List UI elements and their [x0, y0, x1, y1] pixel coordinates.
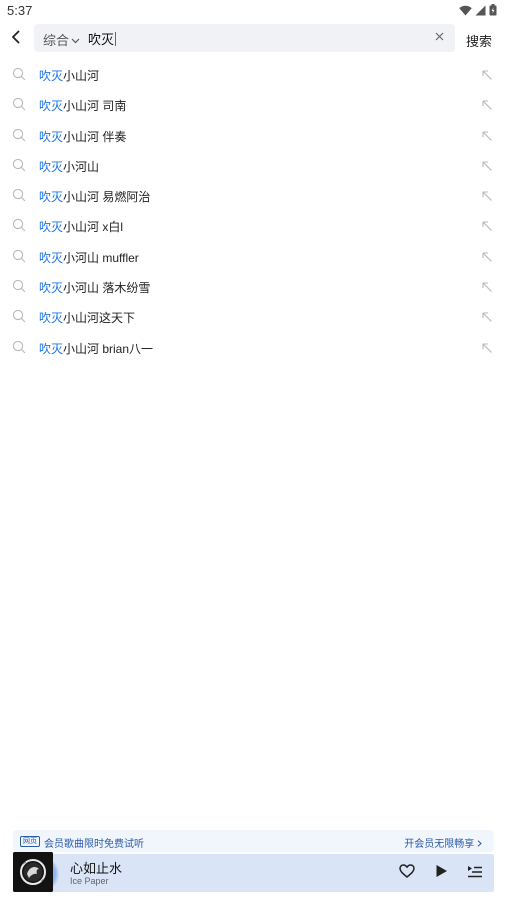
suggestion-text: 吹灭小河山 muffler [39, 249, 139, 266]
suggestion-highlight: 吹灭 [39, 99, 64, 114]
search-query-text: 吹灭 [88, 32, 115, 47]
suggestion-rest: 小山河 x白l [63, 220, 124, 235]
heart-icon [399, 863, 415, 883]
fill-query-arrow-icon[interactable] [481, 219, 493, 232]
suggestion-item[interactable]: 吹灭小山河 司南 [0, 89, 507, 119]
suggestion-item[interactable]: 吹灭小山河 伴奏 [0, 120, 507, 150]
suggestion-rest: 小山河 易燃阿治 [63, 190, 151, 205]
clear-button[interactable] [431, 29, 447, 45]
suggestion-item[interactable]: 吹灭小山河 [0, 59, 507, 89]
suggestion-item[interactable]: 吹灭小河山 muffler [0, 241, 507, 271]
chevron-down-icon [71, 32, 80, 47]
search-button[interactable]: 搜索 [466, 31, 492, 50]
fill-query-arrow-icon[interactable] [481, 189, 493, 202]
suggestion-text: 吹灭小山河这天下 [39, 309, 135, 326]
search-icon [12, 67, 26, 81]
fill-query-arrow-icon[interactable] [481, 98, 493, 111]
battery-icon [489, 3, 497, 21]
vip-promo-banner[interactable]: 网页 会员歌曲限时免费试听 开会员无限畅享 [13, 830, 494, 852]
search-icon [12, 309, 26, 323]
text-cursor [115, 32, 117, 46]
suggestion-text: 吹灭小山河 [39, 67, 99, 84]
song-title: 心如止水 [70, 861, 123, 876]
status-bar: 5:37 [0, 0, 507, 20]
fill-query-arrow-icon[interactable] [481, 68, 493, 80]
fill-query-arrow-icon[interactable] [481, 280, 493, 292]
close-icon [435, 28, 444, 46]
suggestion-text: 吹灭小山河 易燃阿治 [39, 188, 150, 205]
search-icon [12, 158, 26, 172]
suggestion-highlight: 吹灭 [39, 281, 64, 296]
promo-link-label: 开会员无限畅享 [404, 839, 475, 850]
mini-player[interactable]: 心如止水 Ice Paper [13, 852, 494, 892]
chevron-right-icon [477, 839, 482, 850]
search-icon [12, 97, 26, 111]
play-button[interactable] [432, 864, 450, 882]
status-icons [459, 3, 497, 21]
search-icon [12, 249, 26, 263]
suggestion-highlight: 吹灭 [39, 220, 64, 235]
suggestion-highlight: 吹灭 [39, 159, 64, 174]
category-dropdown[interactable]: 综合 [43, 30, 80, 49]
suggestion-item[interactable]: 吹灭小山河这天下 [0, 301, 507, 331]
suggestion-rest: 小山河 brian八一 [63, 341, 154, 356]
suggestion-item[interactable]: 吹灭小山河 易燃阿治 [0, 180, 507, 210]
fill-query-arrow-icon[interactable] [481, 310, 493, 323]
play-icon [435, 864, 448, 883]
fill-query-arrow-icon[interactable] [481, 159, 493, 171]
suggestion-rest: 小河山 [63, 159, 100, 174]
suggestion-text: 吹灭小河山 落木纷雪 [39, 279, 150, 296]
suggestion-rest: 小河山 muffler [63, 250, 139, 265]
fill-query-arrow-icon[interactable] [481, 250, 493, 262]
suggestion-item[interactable]: 吹灭小河山 [0, 150, 507, 180]
suggestion-rest: 小山河 [63, 69, 100, 83]
search-icon [12, 218, 26, 232]
search-bar: 综合 吹灭 搜索 [0, 24, 507, 54]
suggestion-item[interactable]: 吹灭小山河 brian八一 [0, 332, 507, 362]
back-arrow-icon [10, 30, 22, 49]
search-icon [12, 188, 26, 202]
search-box: 综合 吹灭 [34, 24, 455, 52]
wifi-icon [459, 3, 472, 21]
suggestion-text: 吹灭小山河 司南 [39, 97, 126, 114]
suggestion-highlight: 吹灭 [39, 311, 64, 326]
playlist-button[interactable] [466, 864, 484, 882]
suggestion-highlight: 吹灭 [39, 129, 64, 144]
category-label: 综合 [43, 33, 70, 48]
suggestion-item[interactable]: 吹灭小河山 落木纷雪 [0, 271, 507, 301]
suggestion-rest: 小山河这天下 [63, 311, 136, 326]
suggestion-highlight: 吹灭 [39, 250, 64, 265]
suggestion-highlight: 吹灭 [39, 69, 64, 83]
like-button[interactable] [398, 863, 416, 883]
promo-text: 会员歌曲限时免费试听 [44, 839, 144, 850]
suggestion-text: 吹灭小山河 伴奏 [39, 128, 126, 145]
promo-link[interactable]: 开会员无限畅享 [404, 835, 482, 850]
playlist-icon [467, 864, 483, 883]
back-button[interactable] [6, 29, 26, 49]
status-time: 5:37 [7, 3, 33, 18]
fill-query-arrow-icon[interactable] [481, 341, 493, 353]
suggestion-text: 吹灭小山河 brian八一 [39, 340, 153, 357]
suggestion-rest: 小山河 司南 [63, 99, 127, 114]
suggestion-list: 吹灭小山河 吹灭小山河 司南 吹灭小山河 伴奏 吹灭小河山 吹灭小山河 易燃阿治… [0, 59, 507, 362]
suggestion-item[interactable]: 吹灭小山河 x白l [0, 210, 507, 240]
promo-badge: 网页 [20, 836, 40, 847]
suggestion-rest: 小河山 落木纷雪 [63, 281, 151, 296]
search-icon [12, 128, 26, 142]
search-icon [12, 279, 26, 293]
suggestion-text: 吹灭小山河 x白l [39, 218, 123, 235]
suggestion-rest: 小山河 伴奏 [63, 129, 127, 144]
suggestion-highlight: 吹灭 [39, 190, 64, 205]
suggestion-text: 吹灭小河山 [39, 158, 99, 175]
suggestion-highlight: 吹灭 [39, 341, 64, 356]
signal-icon [475, 3, 486, 21]
album-cover[interactable] [13, 852, 53, 892]
search-icon [12, 340, 26, 354]
search-input[interactable]: 吹灭 [88, 29, 117, 48]
song-artist: Ice Paper [70, 876, 109, 886]
fill-query-arrow-icon[interactable] [481, 129, 493, 141]
